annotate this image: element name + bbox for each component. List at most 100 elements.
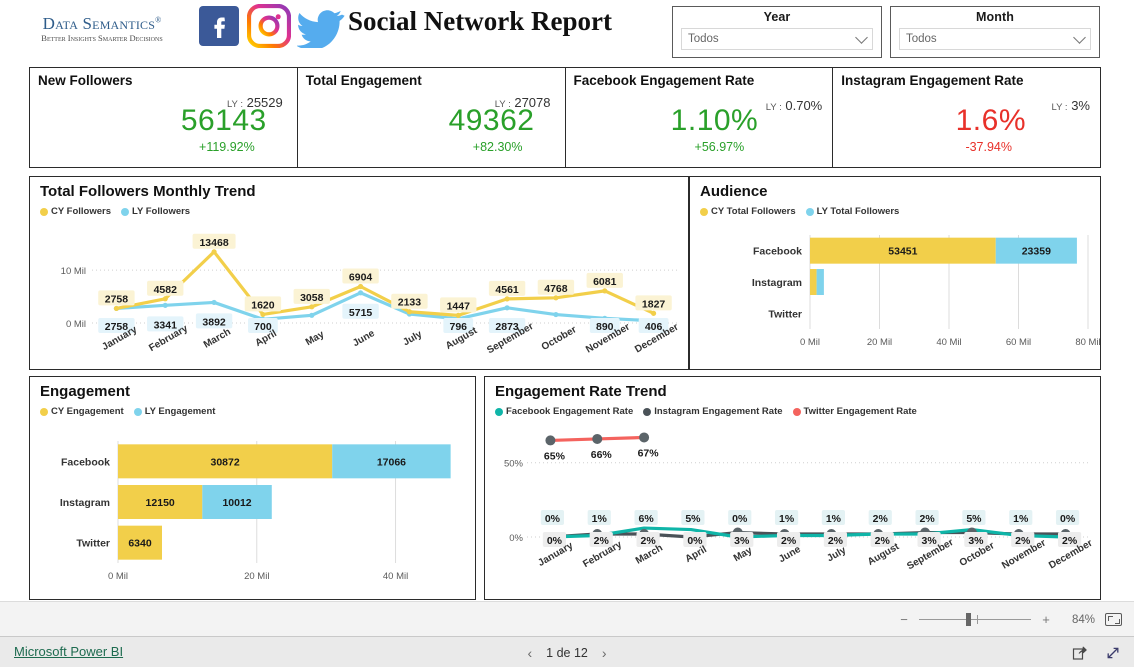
svg-text:Instagram: Instagram	[752, 277, 802, 289]
svg-text:0 Mil: 0 Mil	[800, 337, 820, 348]
zoom-slider-thumb[interactable]	[966, 613, 971, 626]
zoom-in-button[interactable]: +	[1041, 612, 1051, 627]
svg-text:2%: 2%	[873, 513, 889, 525]
svg-text:June: June	[777, 544, 803, 565]
svg-text:May: May	[304, 329, 327, 348]
svg-text:0%: 0%	[545, 513, 561, 525]
zoom-slider[interactable]	[919, 613, 1031, 626]
kpi-title: Total Engagement	[305, 73, 422, 88]
slicer-month-dropdown[interactable]: Todos	[899, 28, 1091, 50]
slicer-year-dropdown[interactable]: Todos	[681, 28, 873, 50]
page-title: Social Network Report	[348, 6, 612, 36]
svg-text:6081: 6081	[593, 276, 617, 288]
svg-text:Twitter: Twitter	[768, 308, 802, 320]
chevron-down-icon	[855, 30, 868, 44]
share-icon[interactable]	[1072, 645, 1088, 661]
svg-text:5%: 5%	[966, 513, 982, 525]
svg-text:10012: 10012	[222, 497, 251, 509]
next-page-button[interactable]: ›	[602, 645, 607, 661]
svg-text:65%: 65%	[544, 450, 566, 462]
svg-text:17066: 17066	[377, 456, 406, 468]
zoom-percent: 84%	[1071, 613, 1095, 626]
svg-text:4561: 4561	[495, 284, 519, 296]
svg-text:1620: 1620	[251, 299, 275, 311]
visual-engagement-rate-trend[interactable]: Engagement Rate Trend Facebook Engagemen…	[484, 376, 1101, 600]
svg-text:May: May	[732, 545, 755, 564]
kpi-delta: +56.97%	[694, 140, 745, 154]
fullscreen-icon[interactable]	[1105, 645, 1121, 661]
svg-text:40 Mil: 40 Mil	[383, 571, 408, 582]
svg-text:April: April	[684, 544, 709, 565]
kpi-card-instagram-engagement-rate[interactable]: Instagram Engagement Rate LY : 3% 1.6% -…	[833, 68, 1100, 167]
svg-text:0 Mil: 0 Mil	[108, 571, 128, 582]
company-logo: Data Semantics® Better Insights Smarter …	[22, 14, 182, 43]
visual-engagement[interactable]: Engagement CY Engagement LY Engagement 0…	[29, 376, 476, 600]
svg-text:0 Mil: 0 Mil	[66, 319, 86, 330]
svg-text:1827: 1827	[642, 298, 666, 310]
svg-text:1%: 1%	[592, 513, 608, 525]
svg-text:13468: 13468	[199, 237, 228, 249]
facebook-icon	[197, 4, 241, 48]
zoom-out-button[interactable]: −	[899, 612, 909, 627]
svg-text:July: July	[825, 545, 848, 565]
report-header: Data Semantics® Better Insights Smarter …	[0, 0, 1134, 62]
slicer-year[interactable]: Year Todos	[672, 6, 882, 58]
fit-to-page-icon[interactable]	[1105, 613, 1122, 626]
svg-text:20 Mil: 20 Mil	[244, 571, 269, 582]
svg-text:0%: 0%	[732, 513, 748, 525]
svg-text:Twitter: Twitter	[76, 538, 110, 550]
svg-text:12150: 12150	[146, 497, 175, 509]
trend-plot-area: 0 Mil10 Mil2758 3341 3892 7005715796 2873 890…	[61, 233, 681, 356]
visual-audience[interactable]: Audience CY Total Followers LY Total Fol…	[689, 176, 1101, 370]
kpi-ly-value: 3%	[1071, 98, 1090, 113]
svg-text:23359: 23359	[1022, 246, 1051, 258]
kpi-value: 1.10%	[670, 104, 759, 137]
svg-text:66%: 66%	[591, 449, 613, 461]
chevron-down-icon	[1073, 30, 1086, 44]
slicer-month-value: Todos	[906, 33, 937, 45]
svg-text:4582: 4582	[154, 284, 178, 296]
svg-text:3058: 3058	[300, 292, 324, 304]
kpi-last-year: LY : 3%	[1052, 98, 1090, 113]
svg-text:60 Mil: 60 Mil	[1006, 337, 1031, 348]
svg-text:Facebook: Facebook	[61, 456, 110, 468]
visual-total-followers-monthly-trend[interactable]: Total Followers Monthly Trend CY Followe…	[29, 176, 689, 370]
logo-registered-mark: ®	[155, 15, 162, 25]
kpi-delta: -37.94%	[965, 140, 1012, 154]
svg-text:October: October	[540, 324, 579, 353]
svg-text:0%: 0%	[509, 533, 523, 544]
previous-page-button[interactable]: ‹	[527, 645, 532, 661]
zoom-bar: − + 84%	[0, 601, 1134, 636]
kpi-delta: +119.92%	[199, 140, 255, 154]
svg-text:4768: 4768	[544, 283, 568, 295]
instagram-icon	[247, 4, 291, 48]
svg-text:53451: 53451	[888, 246, 917, 258]
svg-text:2758: 2758	[105, 293, 129, 305]
slicer-month[interactable]: Month Todos	[890, 6, 1100, 58]
kpi-card-facebook-engagement-rate[interactable]: Facebook Engagement Rate LY : 0.70% 1.10…	[566, 68, 834, 167]
engagement-plot-area: 0 Mil 20 Mil 40 Mil Facebook 30872 17066 Insta…	[60, 441, 451, 582]
svg-text:Facebook: Facebook	[753, 246, 802, 258]
kpi-ly-label: LY :	[765, 102, 782, 113]
twitter-icon	[297, 4, 345, 48]
svg-text:1%: 1%	[826, 513, 842, 525]
slicer-year-value: Todos	[688, 33, 719, 45]
kpi-ly-label: LY :	[1051, 102, 1068, 113]
svg-text:2%: 2%	[919, 513, 935, 525]
kpi-title: Instagram Engagement Rate	[841, 73, 1024, 88]
svg-text:3892: 3892	[202, 316, 226, 328]
svg-text:June: June	[351, 328, 377, 349]
kpi-last-year: LY : 0.70%	[766, 98, 823, 113]
svg-text:30872: 30872	[211, 456, 240, 468]
svg-text:1%: 1%	[779, 513, 795, 525]
kpi-card-total-engagement[interactable]: Total Engagement LY : 27078 49362 +82.30…	[298, 68, 566, 167]
svg-text:2133: 2133	[398, 297, 422, 309]
svg-text:40 Mil: 40 Mil	[936, 337, 961, 348]
svg-text:50%: 50%	[504, 459, 524, 470]
engagement-rate-trend-plot-area: 0%50%65% 66% 67%0% 1% 6% 5% 0% 1% 1% 2% 2% 5% 1% 0%0%…	[504, 432, 1095, 572]
slicer-year-title: Year	[763, 10, 791, 24]
kpi-value: 1.6%	[955, 104, 1026, 137]
kpi-card-new-followers[interactable]: New Followers LY : 25529 56143 +119.92%	[30, 68, 298, 167]
page-navigator: ‹ 1 de 12 ›	[0, 637, 1134, 668]
audience-plot-area: 0 Mil 20 Mil 40 Mil 60 Mil 80 Mil Facebook 534…	[752, 235, 1100, 348]
